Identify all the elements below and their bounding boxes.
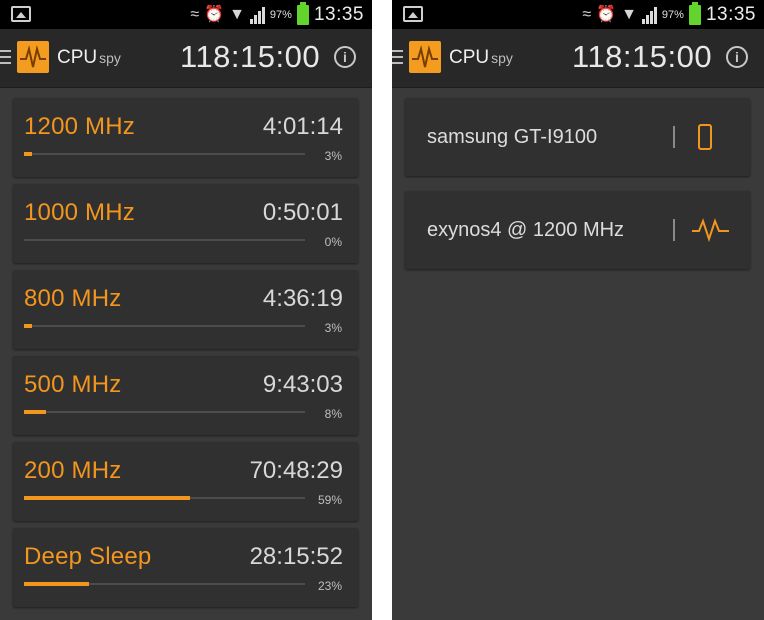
battery-percent: 97% <box>269 9 292 21</box>
state-progress-fill <box>24 324 33 328</box>
alarm-icon: ⏰ <box>596 6 617 23</box>
status-bar: ≈ ⏰ ▼ 97% 13:35 <box>392 0 764 29</box>
state-card: 1000 MHz 0:50:01 0% <box>13 184 358 263</box>
alarm-icon: ⏰ <box>204 6 225 23</box>
signal-icon <box>249 6 265 24</box>
state-time: 9:43:03 <box>262 371 343 398</box>
state-time: 28:15:52 <box>249 543 343 570</box>
cpu-wave-icon <box>692 218 729 242</box>
state-progress-fill <box>24 582 89 586</box>
state-card: 500 MHz 9:43:03 8% <box>13 356 358 435</box>
wifi-icon: ▼ <box>229 6 245 23</box>
device-model: samsung GT-I9100 <box>427 126 598 148</box>
info-icon[interactable]: i <box>334 46 356 68</box>
state-progress-track <box>24 410 305 414</box>
phone-icon <box>698 124 712 150</box>
state-frequency: 200 MHz <box>24 457 122 484</box>
battery-percent: 97% <box>661 9 684 21</box>
state-percent: 23% <box>317 579 342 593</box>
device-info-screen: ≈ ⏰ ▼ 97% 13:35 CPU spy 118:15:00 i samsu… <box>392 0 764 620</box>
app-title: CPU spy <box>449 47 513 68</box>
state-card: Deep Sleep 28:15:52 23% <box>13 528 358 607</box>
divider <box>673 126 675 148</box>
total-time: 118:15:00 <box>572 39 713 74</box>
menu-icon[interactable] <box>0 50 11 66</box>
state-time: 4:36:19 <box>262 285 343 312</box>
kernel-card[interactable]: exynos4 @ 1200 MHz <box>405 191 750 269</box>
state-time: 0:50:01 <box>262 199 343 226</box>
wifi-icon: ▼ <box>621 6 637 23</box>
state-progress-track <box>24 582 305 586</box>
clock: 13:35 <box>705 4 756 25</box>
state-progress-track <box>24 152 305 156</box>
state-list: 1200 MHz 4:01:14 3% 1000 MHz 0:50:01 0% … <box>13 98 358 614</box>
state-progress-fill <box>24 410 47 414</box>
state-progress-track <box>24 324 305 328</box>
state-frequency: 800 MHz <box>24 285 122 312</box>
divider <box>673 219 675 241</box>
app-title: CPU spy <box>57 47 121 68</box>
state-frequency: Deep Sleep <box>24 543 152 570</box>
battery-icon <box>688 2 701 25</box>
info-icon[interactable]: i <box>726 46 748 68</box>
device-card[interactable]: samsung GT-I9100 <box>405 98 750 176</box>
state-progress-track <box>24 239 305 241</box>
action-bar: CPU spy 118:15:00 i <box>392 29 764 88</box>
state-percent: 8% <box>324 407 342 421</box>
signal-icon <box>641 6 657 24</box>
state-card: 200 MHz 70:48:29 59% <box>13 442 358 521</box>
state-frequency: 1200 MHz <box>24 113 135 140</box>
cpu-states-screen: ≈ ⏰ ▼ 97% 13:35 CPU spy 118:15:00 i 1200 … <box>0 0 372 620</box>
muted-icon: ≈ <box>582 6 592 23</box>
state-card: 1200 MHz 4:01:14 3% <box>13 98 358 177</box>
state-progress-fill <box>24 152 33 156</box>
app-logo-icon[interactable] <box>17 41 49 73</box>
muted-icon: ≈ <box>190 6 200 23</box>
state-frequency: 1000 MHz <box>24 199 135 226</box>
action-bar: CPU spy 118:15:00 i <box>0 29 372 88</box>
state-card: 800 MHz 4:36:19 3% <box>13 270 358 349</box>
state-percent: 3% <box>324 321 342 335</box>
image-icon <box>403 6 423 22</box>
state-percent: 3% <box>324 149 342 163</box>
state-time: 4:01:14 <box>262 113 343 140</box>
app-logo-icon[interactable] <box>409 41 441 73</box>
status-bar: ≈ ⏰ ▼ 97% 13:35 <box>0 0 372 29</box>
image-icon <box>11 6 31 22</box>
state-percent: 59% <box>317 493 342 507</box>
battery-icon <box>296 2 309 25</box>
clock: 13:35 <box>313 4 364 25</box>
total-time: 118:15:00 <box>180 39 321 74</box>
state-frequency: 500 MHz <box>24 371 122 398</box>
state-progress-track <box>24 496 305 500</box>
state-percent: 0% <box>324 235 342 249</box>
state-time: 70:48:29 <box>249 457 343 484</box>
kernel-info: exynos4 @ 1200 MHz <box>427 219 625 241</box>
state-progress-fill <box>24 496 190 500</box>
menu-icon[interactable] <box>392 50 403 66</box>
